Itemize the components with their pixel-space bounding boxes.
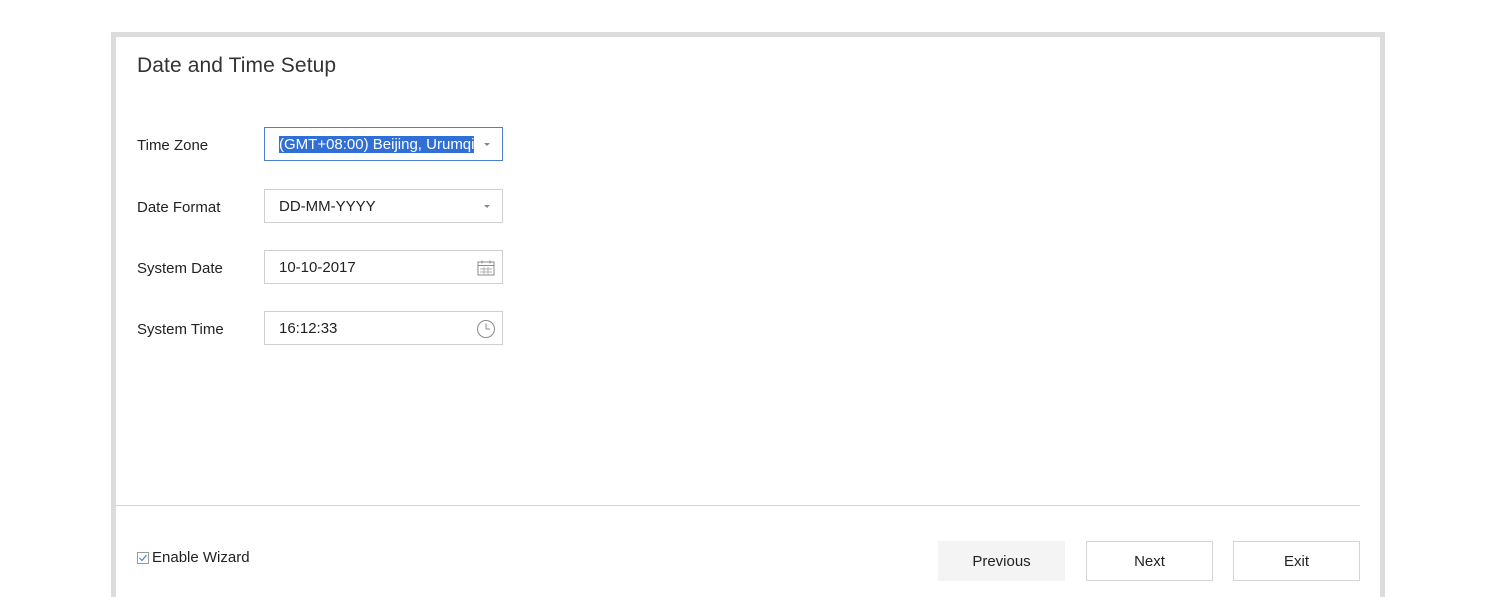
time-zone-value: (GMT+08:00) Beijing, Urumqi [279,136,474,153]
chevron-down-icon[interactable] [484,143,490,146]
system-time-field[interactable]: 16:12:33 [264,311,503,345]
exit-button[interactable]: Exit [1233,541,1360,581]
date-time-setup-dialog: Date and Time Setup Time Zone (GMT+08:00… [111,32,1385,597]
chevron-down-icon[interactable] [484,205,490,208]
previous-button[interactable]: Previous [938,541,1065,581]
enable-wizard-checkbox[interactable]: Enable Wizard [137,549,250,566]
date-format-select[interactable]: DD-MM-YYYY [264,189,503,223]
time-zone-select[interactable]: (GMT+08:00) Beijing, Urumqi [264,127,503,161]
checkbox-icon[interactable] [137,551,149,564]
date-format-label: Date Format [137,199,221,216]
system-time-label: System Time [137,321,224,338]
clock-icon[interactable] [476,319,496,339]
next-button[interactable]: Next [1086,541,1213,581]
system-date-field[interactable]: 10-10-2017 [264,250,503,284]
dialog-title: Date and Time Setup [137,54,337,77]
system-date-value: 10-10-2017 [279,259,356,276]
enable-wizard-label: Enable Wizard [152,549,250,566]
system-time-value: 16:12:33 [279,320,338,337]
system-date-label: System Date [137,260,223,277]
time-zone-label: Time Zone [137,137,209,154]
calendar-icon[interactable] [476,258,496,278]
footer-divider [116,505,1360,506]
date-format-value: DD-MM-YYYY [279,198,376,215]
